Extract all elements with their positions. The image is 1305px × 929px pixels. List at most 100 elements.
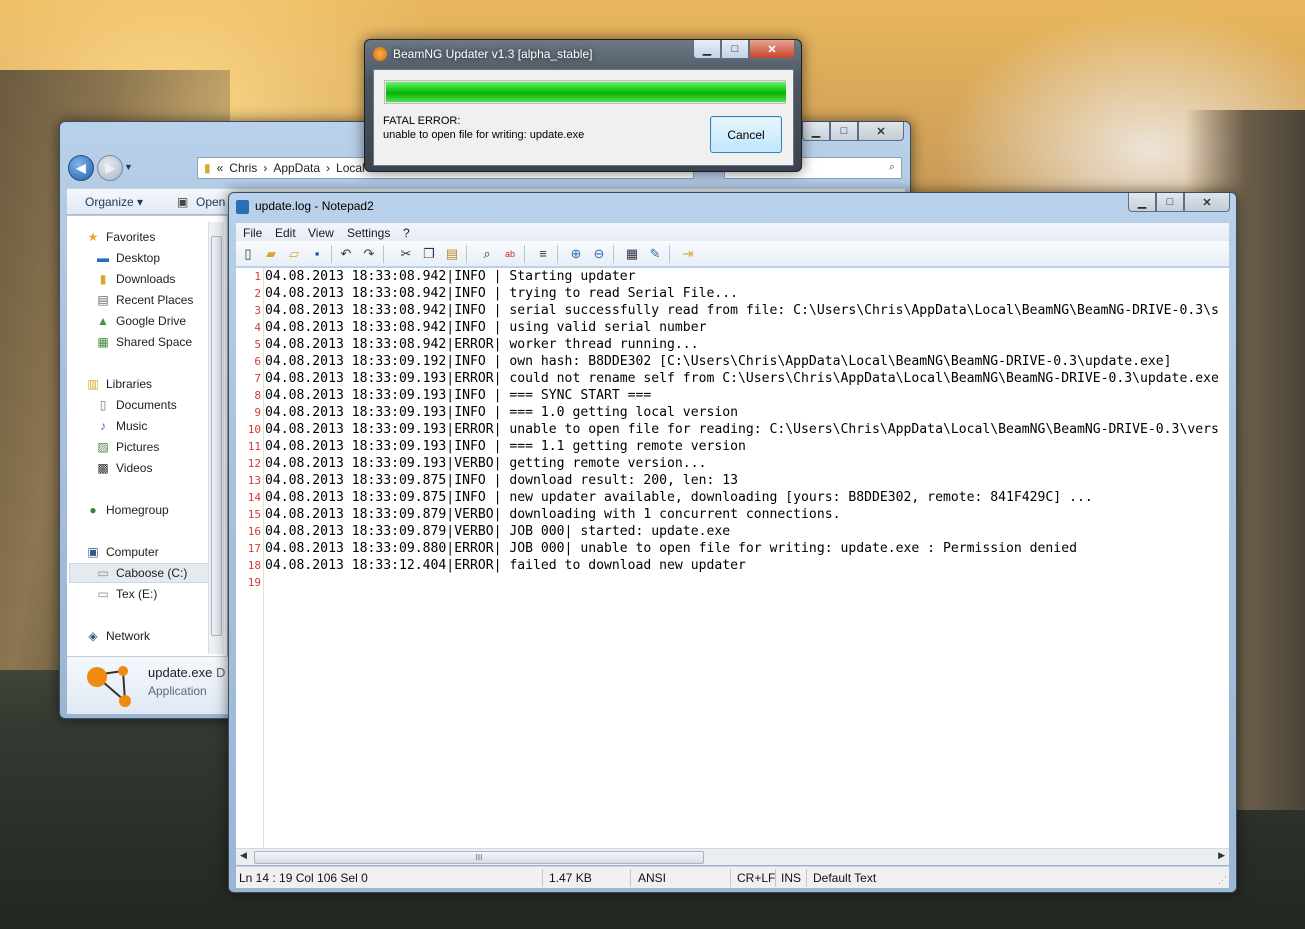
scroll-right-arrow-icon[interactable]: ▶ <box>1218 850 1225 861</box>
pictures-icon: ▨ <box>97 440 109 454</box>
horizontal-scroll-thumb[interactable]: III <box>254 851 704 864</box>
back-arrow-icon[interactable]: ◀ <box>68 155 94 181</box>
editor-line[interactable]: 12 04.08.2013 18:33:09.193|VERBO| getting… <box>236 455 1229 472</box>
status-scheme[interactable]: Default Text <box>813 871 876 885</box>
text-editor[interactable]: 1 04.08.2013 18:33:08.942|INFO | Starting… <box>236 268 1229 848</box>
menu-edit[interactable]: Edit <box>275 226 296 240</box>
editor-line[interactable]: 16 04.08.2013 18:33:09.879|VERBO| JOB 000… <box>236 523 1229 540</box>
updater-titlebar[interactable]: BeamNG Updater v1.3 [alpha_stable] ▁ □ ✕ <box>365 40 801 68</box>
breadcrumb-local[interactable]: Local <box>336 161 365 175</box>
nav-drive-e[interactable]: ▭ Tex (E:) <box>95 586 157 602</box>
browse-icon[interactable]: ▱ <box>285 245 303 263</box>
recent-pages-chevron-icon[interactable]: ▼ <box>124 162 133 172</box>
navigation-pane-scrollbar[interactable] <box>208 222 224 654</box>
editor-line[interactable]: 8 04.08.2013 18:33:09.193|INFO | === SYNC… <box>236 387 1229 404</box>
documents-icon: ▯ <box>99 398 107 412</box>
scheme-icon[interactable]: ▦ <box>623 245 641 263</box>
nav-pictures[interactable]: ▨ Pictures <box>95 439 159 455</box>
scroll-thumb[interactable] <box>211 236 222 636</box>
updater-maximize-button[interactable]: □ <box>721 40 749 59</box>
breadcrumb-chris[interactable]: Chris <box>229 161 257 175</box>
menu-file[interactable]: File <box>243 226 262 240</box>
open-button[interactable]: Open <box>196 195 225 209</box>
status-encoding[interactable]: ANSI <box>638 871 666 885</box>
line-number: 5 <box>254 338 261 351</box>
resize-grip-icon[interactable]: ⋰ <box>1218 875 1227 886</box>
explorer-minimize-button[interactable]: ▁ <box>802 122 830 141</box>
notepad-minimize-button[interactable]: ▁ <box>1128 193 1156 212</box>
drive-e-icon: ▭ <box>97 587 109 601</box>
organize-button[interactable]: Organize ▾ <box>85 195 143 209</box>
new-file-icon[interactable]: ▯ <box>239 245 257 263</box>
status-eol[interactable]: CR+LF <box>737 871 775 885</box>
nav-documents[interactable]: ▯ Documents <box>95 397 177 413</box>
nav-recent[interactable]: ▤ Recent Places <box>95 292 193 308</box>
notepad-titlebar[interactable]: update.log - Notepad2 ▁ □ ✕ <box>229 193 1236 221</box>
nav-google-drive[interactable]: ▲ Google Drive <box>95 313 186 329</box>
editor-line[interactable]: 15 04.08.2013 18:33:09.879|VERBO| downloa… <box>236 506 1229 523</box>
editor-line[interactable]: 11 04.08.2013 18:33:09.193|INFO | === 1.1… <box>236 438 1229 455</box>
replace-icon[interactable]: ab <box>501 245 519 263</box>
editor-line[interactable]: 9 04.08.2013 18:33:09.193|INFO | === 1.0 … <box>236 404 1229 421</box>
nav-downloads[interactable]: ▮ Downloads <box>95 271 176 287</box>
nav-desktop[interactable]: ▬ Desktop <box>95 250 160 266</box>
explorer-maximize-button[interactable]: □ <box>830 122 858 141</box>
open-file-icon[interactable]: ▰ <box>262 245 280 263</box>
editor-line[interactable]: 3 04.08.2013 18:33:08.942|INFO | serial s… <box>236 302 1229 319</box>
updater-minimize-button[interactable]: ▁ <box>693 40 721 59</box>
editor-line[interactable]: 13 04.08.2013 18:33:09.875|INFO | downloa… <box>236 472 1229 489</box>
menu-settings[interactable]: Settings <box>347 226 390 240</box>
scroll-left-arrow-icon[interactable]: ◀ <box>240 850 247 861</box>
notepad2-window[interactable]: update.log - Notepad2 ▁ □ ✕ File Edit Vi… <box>228 192 1237 893</box>
editor-line[interactable]: 1 04.08.2013 18:33:08.942|INFO | Starting… <box>236 268 1229 285</box>
zoom-in-icon[interactable]: ⊕ <box>567 245 585 263</box>
updater-dialog[interactable]: BeamNG Updater v1.3 [alpha_stable] ▁ □ ✕… <box>364 39 802 172</box>
find-icon[interactable]: ⌕ <box>478 245 496 263</box>
nav-homegroup[interactable]: ● Homegroup <box>85 502 168 518</box>
nav-drive-c[interactable]: ▭ Caboose (C:) <box>69 563 209 583</box>
nav-music[interactable]: ♪ Music <box>95 418 147 434</box>
zoom-out-icon[interactable]: ⊖ <box>590 245 608 263</box>
nav-libraries[interactable]: ▥ Libraries <box>85 376 152 392</box>
editor-line[interactable]: 5 04.08.2013 18:33:08.942|ERROR| worker t… <box>236 336 1229 353</box>
editor-line[interactable]: 6 04.08.2013 18:33:09.192|INFO | own hash… <box>236 353 1229 370</box>
breadcrumb-appdata[interactable]: AppData <box>273 161 320 175</box>
breadcrumb-sep-1[interactable]: › <box>263 161 267 175</box>
notepad-close-button[interactable]: ✕ <box>1184 193 1230 212</box>
editor-line[interactable]: 10 04.08.2013 18:33:09.193|ERROR| unable … <box>236 421 1229 438</box>
line-number: 18 <box>247 559 261 572</box>
nav-videos[interactable]: ▩ Videos <box>95 460 152 476</box>
editor-line[interactable]: 17 04.08.2013 18:33:09.880|ERROR| JOB 000… <box>236 540 1229 557</box>
nav-shared-space[interactable]: ▦ Shared Space <box>95 334 192 350</box>
notepad-statusbar: Ln 14 : 19 Col 106 Sel 0 1.47 KB ANSI CR… <box>236 866 1229 888</box>
exit-icon[interactable]: ⇥ <box>679 245 697 263</box>
cut-icon[interactable]: ✂ <box>397 245 415 263</box>
nav-network[interactable]: ◈ Network <box>85 628 150 644</box>
customize-icon[interactable]: ✎ <box>646 245 664 263</box>
cancel-button[interactable]: Cancel <box>710 116 782 153</box>
nav-favorites[interactable]: ★ Favorites <box>85 229 156 245</box>
nav-computer[interactable]: ▣ Computer <box>85 544 158 560</box>
copy-icon[interactable]: ❐ <box>420 245 438 263</box>
editor-line[interactable]: 2 04.08.2013 18:33:08.942|INFO | trying t… <box>236 285 1229 302</box>
updater-close-button[interactable]: ✕ <box>749 40 795 59</box>
undo-icon[interactable]: ↶ <box>337 245 355 263</box>
forward-arrow-icon[interactable]: ▶ <box>97 155 123 181</box>
notepad-maximize-button[interactable]: □ <box>1156 193 1184 212</box>
editor-line[interactable]: 14 04.08.2013 18:33:09.875|INFO | new upd… <box>236 489 1229 506</box>
menu-help[interactable]: ? <box>403 226 410 240</box>
save-icon[interactable]: ▪ <box>308 245 326 263</box>
editor-line[interactable]: 4 04.08.2013 18:33:08.942|INFO | using va… <box>236 319 1229 336</box>
explorer-close-button[interactable]: ✕ <box>858 122 904 141</box>
word-wrap-icon[interactable]: ≡ <box>534 245 552 263</box>
paste-icon[interactable]: ▤ <box>443 245 461 263</box>
editor-line[interactable]: 18 04.08.2013 18:33:12.404|ERROR| failed … <box>236 557 1229 574</box>
nav-gdrive-label: Google Drive <box>116 314 187 328</box>
editor-line[interactable]: 19 <box>236 574 1229 591</box>
status-mode[interactable]: INS <box>781 871 801 885</box>
menu-view[interactable]: View <box>308 226 334 240</box>
redo-icon[interactable]: ↷ <box>360 245 378 263</box>
breadcrumb-sep-2[interactable]: › <box>326 161 330 175</box>
horizontal-scrollbar[interactable]: ◀ III ▶ <box>236 848 1229 865</box>
editor-line[interactable]: 7 04.08.2013 18:33:09.193|ERROR| could no… <box>236 370 1229 387</box>
